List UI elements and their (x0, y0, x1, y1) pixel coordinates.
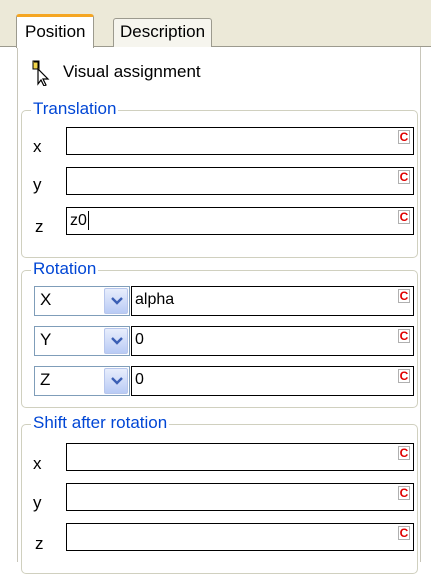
rotation-axis-3-dropdown[interactable]: Z (34, 366, 130, 396)
shift-x-constant-button[interactable]: C (398, 446, 410, 460)
tab-description-label: Description (120, 22, 206, 41)
rotation-angle-1-field[interactable]: alpha C (131, 286, 414, 316)
rotation-axis-2-dropdown[interactable]: Y (34, 326, 130, 356)
rotation-angle-1-constant-button[interactable]: C (398, 289, 410, 303)
translation-z-value: z0 (70, 212, 87, 229)
translation-group-title: Translation (31, 99, 119, 119)
shift-x-field[interactable]: C (66, 443, 414, 471)
rotation-angle-1-value: alpha (135, 291, 175, 308)
rotation-angle-2-field[interactable]: 0 C (131, 326, 414, 356)
translation-z-field[interactable]: z0 C (66, 207, 414, 235)
visual-assignment-label[interactable]: Visual assignment (63, 62, 201, 82)
translation-x-field[interactable]: C (66, 127, 414, 155)
chevron-down-icon[interactable] (104, 288, 128, 314)
shift-y-field[interactable]: C (66, 483, 414, 511)
translation-x-label: x (33, 137, 42, 156)
panel-left-border (17, 47, 18, 562)
rotation-axis-2-value: Y (40, 330, 52, 349)
shift-y-constant-button[interactable]: C (398, 486, 410, 500)
shift-z-label: z (35, 534, 44, 553)
rotation-axis-1-dropdown[interactable]: X (34, 286, 130, 316)
rotation-angle-2-constant-button[interactable]: C (398, 329, 410, 343)
rotation-axis-3-value: Z (40, 370, 51, 389)
chevron-down-icon[interactable] (104, 328, 128, 354)
tab-strip: Position Description (0, 0, 431, 48)
rotation-angle-3-field[interactable]: 0 C (131, 366, 414, 396)
tab-position[interactable]: Position (16, 14, 95, 48)
rotation-angle-3-constant-button[interactable]: C (398, 369, 410, 383)
translation-z-constant-button[interactable]: C (398, 210, 410, 224)
translation-y-label: y (33, 175, 42, 194)
tab-description[interactable]: Description (113, 18, 213, 47)
rotation-axis-1-value: X (40, 290, 52, 309)
rotation-angle-2-value: 0 (135, 331, 144, 348)
translation-x-constant-button[interactable]: C (398, 130, 410, 144)
pointer-pencil-icon[interactable] (30, 60, 52, 86)
shift-x-label: x (33, 454, 42, 473)
text-cursor (87, 211, 89, 231)
chevron-down-icon[interactable] (104, 368, 128, 394)
panel-right-border (420, 47, 421, 562)
translation-y-field[interactable]: C (66, 167, 414, 195)
shift-z-field[interactable]: C (66, 523, 414, 551)
tab-position-label: Position (25, 22, 86, 41)
shift-z-constant-button[interactable]: C (398, 526, 410, 540)
rotation-group-title: Rotation (31, 259, 99, 279)
translation-z-label: z (35, 217, 44, 236)
shift-group-title: Shift after rotation (31, 413, 170, 433)
shift-y-label: y (33, 493, 42, 512)
translation-y-constant-button[interactable]: C (398, 170, 410, 184)
rotation-angle-3-value: 0 (135, 371, 144, 388)
